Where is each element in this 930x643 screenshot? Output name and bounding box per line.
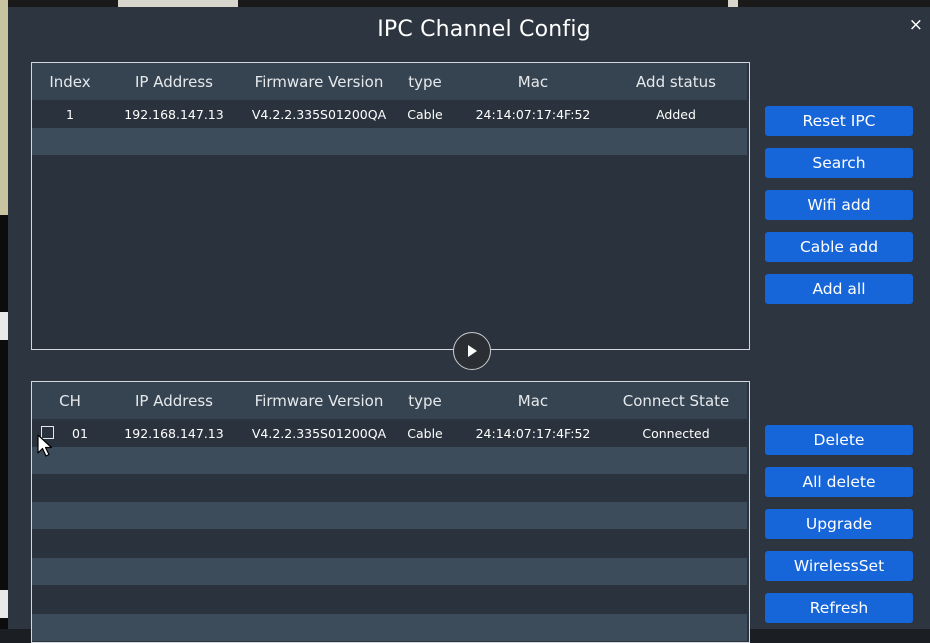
refresh-button[interactable]: Refresh [765,593,913,623]
cell-firmware: V4.2.2.335S01200QA [251,107,387,122]
cell-type: Cable [407,426,443,441]
background-segment [728,0,738,7]
column-header-type: type [408,72,442,91]
cell-index: 1 [66,107,74,122]
search-button[interactable]: Search [765,148,913,178]
wireless-set-button[interactable]: WirelessSet [765,551,913,581]
background-segment [118,0,238,7]
table-header: CH IP Address Firmware Version type Mac … [32,382,747,419]
all-delete-button[interactable]: All delete [765,467,913,497]
column-header-ip: IP Address [135,72,213,91]
column-header-mac: Mac [517,391,549,410]
table-header: Index IP Address Firmware Version type M… [32,63,747,100]
column-header-firmware: Firmware Version [254,391,384,410]
play-button[interactable] [453,332,491,370]
cell-ip: 192.168.147.13 [124,426,224,441]
upgrade-button[interactable]: Upgrade [765,509,913,539]
reset-ipc-button[interactable]: Reset IPC [765,106,913,136]
cell-ip: 192.168.147.13 [124,107,224,122]
column-header-ip: IP Address [135,391,213,410]
play-icon [468,345,477,357]
table-row[interactable] [32,502,747,529]
background-glyph [0,312,8,340]
column-header-index: Index [49,72,91,91]
cell-type: Cable [407,107,443,122]
column-header-connect-state: Connect State [622,391,730,410]
cell-mac: 24:14:07:17:4F:52 [475,426,591,441]
table-row[interactable] [32,586,747,613]
channel-table: CH IP Address Firmware Version type Mac … [31,381,750,643]
table-row[interactable] [32,474,747,501]
add-all-button[interactable]: Add all [765,274,913,304]
column-header-ch: CH [59,391,81,410]
background-glyph [0,590,8,618]
cell-firmware: V4.2.2.335S01200QA [251,426,387,441]
background-camera-image [0,0,8,215]
table-row[interactable] [32,530,747,557]
wifi-add-button[interactable]: Wifi add [765,190,913,220]
cable-add-button[interactable]: Cable add [765,232,913,262]
cell-add-status: Added [656,107,696,122]
column-header-mac: Mac [517,72,549,91]
close-icon[interactable]: × [909,15,923,35]
mouse-pointer-icon [37,434,53,457]
dialog-title: IPC Channel Config [377,17,591,42]
table-row[interactable] [32,614,747,641]
table-row[interactable]: 01 192.168.147.13 V4.2.2.335S01200QA Cab… [32,420,747,447]
table-row[interactable] [32,558,747,585]
background-top-strip [8,0,930,7]
search-results-table: Index IP Address Firmware Version type M… [31,62,750,350]
cell-connect-state: Connected [642,426,710,441]
cell-mac: 24:14:07:17:4F:52 [475,107,591,122]
column-header-firmware: Firmware Version [254,72,384,91]
table-row[interactable]: 1 192.168.147.13 V4.2.2.335S01200QA Cabl… [32,101,747,128]
table-row[interactable] [32,447,747,474]
table-row[interactable] [32,128,747,155]
delete-button[interactable]: Delete [765,425,913,455]
cell-ch: 01 [72,426,88,441]
background-video-strip [0,0,8,629]
column-header-add-status: Add status [636,72,716,91]
column-header-type: type [408,391,442,410]
